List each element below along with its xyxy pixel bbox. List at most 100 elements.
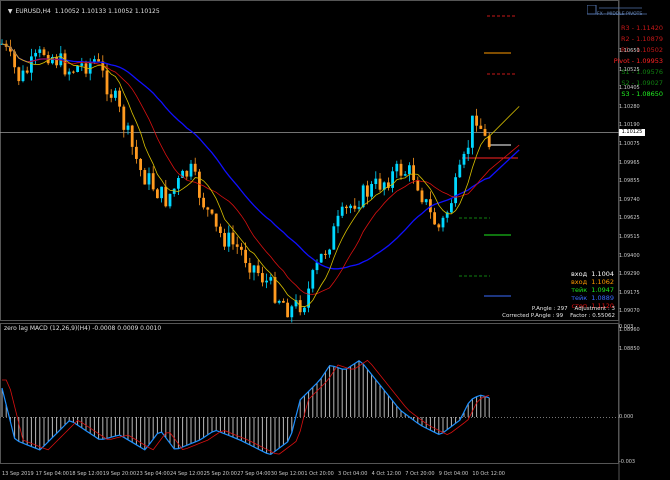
candle-body [214, 213, 218, 227]
candle-body [177, 177, 180, 189]
dropdown-triangle-icon[interactable]: ▼ [8, 8, 13, 15]
time-tick-label: 7 Oct 20:00 [405, 471, 435, 477]
candle-body [349, 205, 352, 209]
candle-body [462, 153, 466, 165]
time-tick-label: 4 Oct 12:00 [371, 471, 402, 477]
candle-body [408, 165, 411, 175]
angle-line-2: Corrected P.Angle : 99 Factor : 0.55062 [502, 313, 615, 319]
candle-body [290, 306, 294, 318]
price-tick-label: 1.10280 [619, 103, 640, 110]
candle-body [399, 163, 403, 176]
candle-body [265, 280, 268, 283]
chart-canvas[interactable] [0, 0, 670, 480]
candle-body [240, 246, 243, 250]
price-tick-label: 1.09175 [619, 289, 640, 296]
candle-body [55, 56, 58, 66]
candle-body [80, 63, 84, 66]
pivot-label: R2 - 1.10879 [620, 35, 663, 43]
price-tick-label: 1.09740 [619, 196, 640, 203]
candle-body [63, 53, 67, 75]
candle-body [193, 163, 197, 172]
macd-axis-bottom: -0.003 [619, 459, 636, 465]
candle-body [458, 164, 462, 178]
candle-body [303, 307, 306, 313]
candle-body [324, 253, 327, 255]
candle-body [366, 185, 369, 197]
price-tick-label: 1.10525 [619, 66, 640, 73]
candle-body [332, 226, 336, 250]
candle-body [210, 209, 214, 214]
candle-body [139, 158, 142, 171]
candle-body [34, 52, 37, 57]
candle-body [151, 173, 155, 190]
time-tick-label: 19 Sep 20:00 [102, 471, 137, 477]
candle-body [412, 165, 415, 181]
ma-medium-line [1, 43, 520, 295]
time-tick-label: 25 Sep 20:00 [203, 471, 237, 477]
candle-body [441, 217, 445, 228]
candle-body [487, 135, 491, 148]
candle-body [395, 163, 399, 172]
moving-averages [1, 43, 520, 308]
time-tick-label: 10 Oct 12:00 [472, 471, 505, 477]
candle-body [248, 263, 252, 273]
candle-body [219, 226, 222, 233]
current-price-badge: 1.10125 [619, 129, 645, 136]
candle-body [105, 70, 109, 95]
time-tick-label: 3 Oct 04:00 [338, 471, 368, 477]
candle-body [17, 67, 21, 82]
candle-body [471, 115, 474, 148]
logo-text: FX - MIDDLE PIVOTS [597, 12, 643, 17]
symbol-title: EURUSD,H4 [15, 8, 51, 15]
candle-body [126, 125, 130, 130]
candle-body [67, 71, 71, 75]
candle-body [466, 147, 470, 154]
candle-body [252, 265, 256, 273]
price-tick-label: 1.09290 [619, 271, 640, 278]
angle-line-1: P.Angle : 297 Adjustment : 3 [531, 306, 615, 312]
candle-body [454, 177, 457, 204]
candle-body [118, 90, 121, 107]
chart-header: ▼ EURUSD,H4 1.10052 1.10133 1.10052 1.101… [4, 1, 160, 15]
candle-body [479, 125, 483, 129]
candle-body [261, 273, 264, 283]
candle-body [336, 215, 340, 227]
candle-body [21, 70, 25, 82]
candle-body [25, 70, 29, 73]
price-tick-label: 1.09625 [619, 215, 640, 222]
candle-body [130, 125, 134, 147]
candle-body [311, 270, 315, 289]
price-tick-label: 1.09400 [619, 252, 640, 259]
main-pane-frame [0, 0, 619, 321]
candle-body [416, 180, 420, 191]
candle-body [256, 265, 260, 274]
macd-axis-zero: 0.000 [619, 414, 634, 420]
time-tick-label: 23 Sep 04:00 [136, 471, 170, 477]
candle-body [189, 163, 193, 177]
time-tick-label: 24 Sep 12:00 [170, 471, 204, 477]
macd-histogram [1, 359, 490, 456]
candle-body [223, 232, 226, 247]
candle-body [235, 244, 239, 247]
candle-body [231, 232, 235, 245]
candle-body [30, 56, 33, 73]
candle-body [357, 207, 361, 209]
time-tick-label: 27 Sep 04:00 [237, 471, 271, 477]
candle-body [370, 184, 373, 197]
candle-body [147, 173, 151, 185]
price-tick-label: 1.09965 [619, 159, 640, 166]
candle-body [374, 178, 378, 185]
candle-body [340, 206, 344, 216]
candle-body [227, 232, 231, 247]
ma-fast-line [1, 43, 520, 308]
time-tick-label: 1 Oct 20:00 [304, 471, 334, 477]
candle-body [143, 170, 147, 185]
candle-body [72, 71, 75, 73]
price-tick-label: 1.09515 [619, 234, 640, 240]
macd-pane-frame [0, 323, 619, 464]
candle-body [277, 300, 281, 303]
candle-body [319, 253, 323, 263]
price-tick-label: 1.10650 [619, 48, 640, 54]
price-tick-label: 1.09070 [619, 308, 640, 315]
time-tick-label: 30 Sep 12:00 [270, 471, 305, 477]
